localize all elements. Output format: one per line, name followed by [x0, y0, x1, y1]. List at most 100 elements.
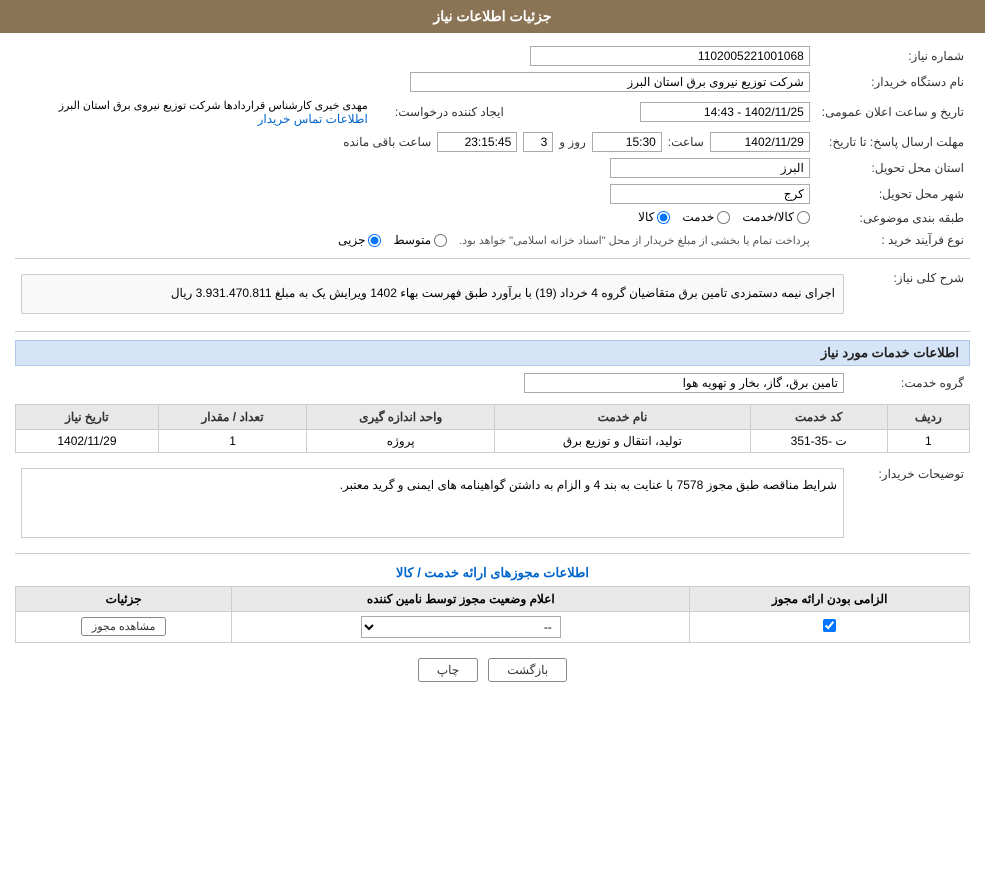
category-radio-goods-service[interactable]: [797, 211, 810, 224]
province-label: استان محل تحویل:: [816, 155, 970, 181]
license-row: -- مشاهده مجوز: [16, 611, 970, 642]
purchase-type-row: نوع فرآیند خرید : پرداخت تمام یا بخشی از…: [15, 230, 970, 251]
buyer-notes-box: شرایط مناقصه طبق مجوز 7578 با عنایت به ب…: [21, 468, 844, 538]
main-form-table: شماره نیاز: نام دستگاه خریدار: تار: [15, 43, 970, 250]
col-service-code: کد خدمت: [750, 404, 887, 429]
creator-label: ایجاد کننده درخواست:: [374, 95, 524, 129]
col-service-name: نام خدمت: [495, 404, 750, 429]
footer-buttons: چاپ بازگشت: [15, 643, 970, 697]
deadline-day-input[interactable]: [523, 132, 553, 152]
license-col-detail: جزئیات: [16, 586, 232, 611]
purchase-radio-partial[interactable]: [368, 234, 381, 247]
col-quantity: تعداد / مقدار: [158, 404, 306, 429]
province-input[interactable]: [610, 158, 810, 178]
need-number-label: شماره نیاز:: [816, 43, 970, 69]
cell-date-1: 1402/11/29: [16, 429, 159, 452]
page-container: جزئیات اطلاعات نیاز شماره نیاز: نام دستگ…: [0, 0, 985, 875]
category-radio-goods[interactable]: [657, 211, 670, 224]
license-section-link[interactable]: اطلاعات مجوزهای ارائه خدمت / کالا: [396, 565, 589, 580]
province-row: استان محل تحویل:: [15, 155, 970, 181]
buyer-org-row: نام دستگاه خریدار:: [15, 69, 970, 95]
announce-date-input[interactable]: [640, 102, 810, 122]
service-group-label: گروه خدمت:: [850, 370, 970, 396]
back-button[interactable]: بازگشت: [488, 658, 567, 682]
city-row: شهر محل تحویل:: [15, 181, 970, 207]
category-option-goods-service[interactable]: کالا/خدمت: [742, 210, 809, 224]
print-button[interactable]: چاپ: [418, 658, 478, 682]
description-label: شرح کلی نیاز:: [850, 265, 970, 323]
buyer-notes-table: توضیحات خریدار: شرایط مناقصه طبق مجوز 75…: [15, 461, 970, 545]
deadline-time-label: ساعت:: [668, 135, 704, 149]
need-number-value: [524, 43, 816, 69]
cell-row-1: 1: [887, 429, 969, 452]
deadline-remaining-label: ساعت باقی مانده: [343, 135, 431, 149]
buyer-notes-text: شرایط مناقصه طبق مجوز 7578 با عنایت به ب…: [340, 478, 837, 492]
divider-3: [15, 553, 970, 554]
description-box: اجرای نیمه دستمزدی تامین برق متقاضیان گر…: [21, 274, 844, 314]
license-col-required: الزامی بودن ارائه مجوز: [690, 586, 970, 611]
purchase-option-medium[interactable]: متوسط: [393, 233, 447, 247]
services-section-header: اطلاعات خدمات مورد نیاز: [15, 340, 970, 366]
purchase-option-partial[interactable]: جزیی: [338, 233, 381, 247]
city-input[interactable]: [610, 184, 810, 204]
services-table: ردیف کد خدمت نام خدمت واحد اندازه گیری ت…: [15, 404, 970, 453]
license-table: الزامی بودن ارائه مجوز اعلام وضعیت مجوز …: [15, 586, 970, 643]
license-col-status: اعلام وضعیت مجوز توسط نامین کننده: [232, 586, 690, 611]
page-title: جزئیات اطلاعات نیاز: [433, 8, 551, 24]
buyer-org-input[interactable]: [410, 72, 810, 92]
city-label: شهر محل تحویل:: [816, 181, 970, 207]
purchase-radio-medium[interactable]: [434, 234, 447, 247]
need-number-input[interactable]: [530, 46, 810, 66]
license-section-title: اطلاعات مجوزهای ارائه خدمت / کالا: [15, 560, 970, 586]
contact-link[interactable]: اطلاعات تماس خریدار: [258, 112, 368, 126]
deadline-label: مهلت ارسال پاسخ: تا تاریخ:: [816, 129, 970, 155]
buyer-notes-row: توضیحات خریدار: شرایط مناقصه طبق مجوز 75…: [15, 461, 970, 545]
purchase-type-radio-group: پرداخت تمام یا بخشی از مبلغ خریدار از مح…: [338, 233, 810, 247]
col-date: تاریخ نیاز: [16, 404, 159, 429]
col-unit: واحد اندازه گیری: [307, 404, 495, 429]
deadline-time-input[interactable]: [592, 132, 662, 152]
license-status-select[interactable]: --: [361, 616, 561, 638]
cell-name-1: تولید، انتقال و توزیع برق: [495, 429, 750, 452]
page-header: جزئیات اطلاعات نیاز: [0, 0, 985, 33]
table-row: 1 ت -35-351 تولید، انتقال و توزیع برق پر…: [16, 429, 970, 452]
license-required-checkbox[interactable]: [823, 619, 836, 632]
purchase-type-label: نوع فرآیند خرید :: [816, 230, 970, 251]
divider-1: [15, 258, 970, 259]
service-group-input[interactable]: [524, 373, 844, 393]
divider-2: [15, 331, 970, 332]
purchase-note: پرداخت تمام یا بخشی از مبلغ خریدار از مح…: [459, 234, 810, 247]
description-text: اجرای نیمه دستمزدی تامین برق متقاضیان گر…: [171, 286, 835, 300]
view-license-button[interactable]: مشاهده مجوز: [81, 617, 166, 636]
deadline-day-label: روز و: [559, 135, 586, 149]
category-option-goods[interactable]: کالا: [638, 210, 670, 224]
service-group-table: گروه خدمت:: [15, 370, 970, 396]
buyer-org-value: [15, 69, 816, 95]
category-row: طبقه بندی موضوعی: کالا/خدمت خدمت کالا: [15, 207, 970, 230]
buyer-org-label: نام دستگاه خریدار:: [816, 69, 970, 95]
description-table: شرح کلی نیاز: اجرای نیمه دستمزدی تامین ب…: [15, 265, 970, 323]
creator-value: مهدی خیری کارشناس قراردادها شرکت توزیع ن…: [59, 100, 368, 112]
announce-creator-row: تاریخ و ساعت اعلان عمومی: ایجاد کننده در…: [15, 95, 970, 129]
license-detail-cell: مشاهده مجوز: [16, 611, 232, 642]
cell-unit-1: پروژه: [307, 429, 495, 452]
category-label: طبقه بندی موضوعی:: [816, 207, 970, 230]
cell-qty-1: 1: [158, 429, 306, 452]
col-row-num: ردیف: [887, 404, 969, 429]
deadline-remaining-input[interactable]: [437, 132, 517, 152]
need-number-row: شماره نیاز:: [15, 43, 970, 69]
content-area: شماره نیاز: نام دستگاه خریدار: تار: [0, 33, 985, 707]
category-option-service[interactable]: خدمت: [682, 210, 730, 224]
service-group-row: گروه خدمت:: [15, 370, 970, 396]
deadline-row: مهلت ارسال پاسخ: تا تاریخ: ساعت: روز و س…: [15, 129, 970, 155]
category-radio-service[interactable]: [717, 211, 730, 224]
buyer-notes-label: توضیحات خریدار:: [850, 461, 970, 545]
license-header-row: الزامی بودن ارائه مجوز اعلام وضعیت مجوز …: [16, 586, 970, 611]
license-status-cell: --: [232, 611, 690, 642]
deadline-date-input[interactable]: [710, 132, 810, 152]
cell-code-1: ت -35-351: [750, 429, 887, 452]
category-radio-group: کالا/خدمت خدمت کالا: [638, 210, 810, 224]
description-row: شرح کلی نیاز: اجرای نیمه دستمزدی تامین ب…: [15, 265, 970, 323]
license-required-cell: [690, 611, 970, 642]
announce-date-label: تاریخ و ساعت اعلان عمومی:: [816, 95, 970, 129]
